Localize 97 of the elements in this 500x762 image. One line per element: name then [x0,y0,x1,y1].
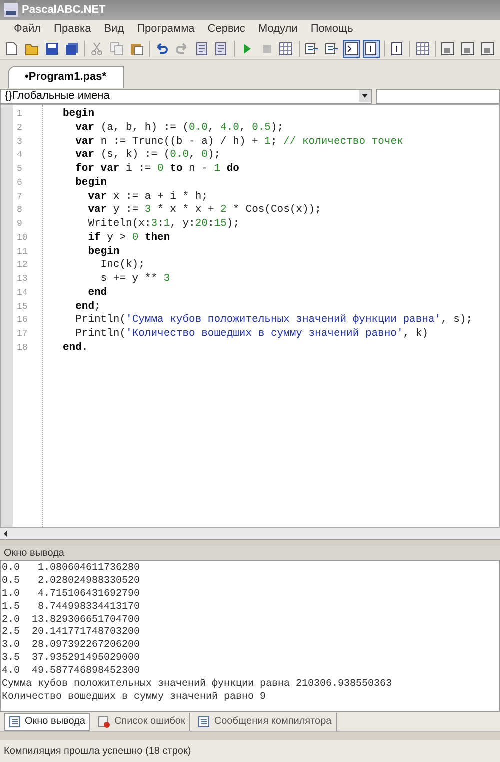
document-icon [194,42,209,56]
code-line: var x := a + i * h; [87,190,209,204]
line-number: 4 [17,149,24,162]
code-line: var y := 3 * x * x + 2 * Cos(Cos(x)); [87,204,322,218]
menu-item[interactable]: Сервис [208,20,246,38]
code-line: begin [74,176,108,190]
output-line: 3.5 37.935291495029000 [2,653,142,666]
line-number: 8 [17,204,24,218]
line-number: 11 [17,246,29,258]
toolbar-button[interactable] [440,40,457,58]
output-line: 0.5 2.028024988330520 [2,576,142,589]
output-line: 2.5 20.141771748703200 [2,627,142,640]
panel-tab[interactable]: Окно вывода [4,712,90,730]
line-number: 16 [17,314,29,328]
line-number: 10 [17,232,29,245]
page-icon [364,42,378,56]
undo-icon [155,42,170,56]
grid-icon [416,42,430,56]
code-line: s += y ** 3 [100,273,172,287]
code-line: Writeln(x:3:1, y:20:15); [87,218,241,232]
code-line: Inc(k); [100,259,146,273]
output-line: 0.0 1.080604611736280 [2,563,142,576]
output-line: 1.5 8.744998334413170 [2,602,142,615]
panel-title: Окно вывода [4,546,64,560]
toolbar-button[interactable] [278,40,295,58]
copy-icon [110,42,124,56]
line-number: 14 [17,286,29,300]
output-line: 3.0 28.097392267206200 [2,640,142,653]
console-icon [344,42,359,56]
list-icon [305,42,320,56]
code-line: Println('Сумма кубов положительных значений функции равна', s); [74,314,473,328]
menu-item[interactable]: Модули [258,20,298,38]
panel-tab[interactable]: Сообщения компилятора [194,712,337,730]
list-icon [324,42,339,56]
code-line: begin [87,246,121,259]
status-text: Компиляция прошла успешно (18 строк) [4,744,192,758]
window-icon [441,42,456,56]
output-line: Количество вошедших в сумму значений равно 9 [2,692,268,705]
scope-dropdown[interactable]: {}Глобальные имена [0,88,372,104]
toolbar-button[interactable] [460,40,476,58]
code-line: for var i := 0 to n - 1 do [74,163,240,177]
scissors-icon [90,42,104,56]
line-number: 9 [17,218,24,231]
toolbar-button[interactable] [388,40,406,58]
line-number: 7 [17,190,24,204]
code-line: Println('Количество вошедших в сумму значений равно', k) [74,328,430,342]
output-line: 2.0 13.829306651704700 [2,614,142,627]
code-line: begin [63,108,96,122]
panel-tab[interactable]: Список ошибок [94,712,190,730]
save-all-icon [64,42,79,56]
page-icon [390,42,404,56]
line-number: 3 [17,136,24,148]
code-line: var (s, k) := (0.0, 0); [74,149,222,163]
code-line: var n := Trunc((b - a) / h) + 1; // количество точек [74,136,404,149]
document-icon [198,716,210,728]
member-dropdown[interactable] [376,88,500,104]
code-line: end [87,286,108,300]
menu-item[interactable]: Вид [104,20,124,38]
line-number: 15 [17,300,29,314]
line-number: 13 [17,273,29,286]
window-icon [460,42,475,56]
menu-item[interactable]: Правка [54,20,92,38]
line-number: 2 [17,122,24,135]
output-line: 4.0 49.587746898452300 [2,666,142,678]
save-icon [44,42,59,56]
code-line: if y > 0 then [87,232,172,246]
line-number: 5 [17,163,24,176]
window-title: PascalABC.NET [22,2,106,18]
window-icon [480,42,495,56]
grid-icon [279,42,294,56]
toolbar-button[interactable] [414,40,431,58]
code-line: end. [63,342,90,356]
menu-item[interactable]: Программа [137,20,195,38]
code-line: end; [74,300,102,314]
menu-item[interactable]: Помощь [310,20,354,38]
document-icon [9,716,21,728]
error-list-icon [98,716,110,728]
toolbar-button[interactable] [343,40,360,58]
new-file-icon [5,42,20,56]
horizontal-scrollbar[interactable] [0,528,500,540]
app-logo-icon [4,3,18,17]
clipboard-icon [130,42,144,56]
redo-icon [174,42,189,56]
line-number: 1 [17,108,24,121]
document-icon [214,42,228,56]
output-line: 1.0 4.715106431692790 [2,588,142,602]
line-number: 12 [17,259,29,272]
folder-icon [25,42,40,56]
toolbar-button[interactable] [479,40,496,58]
line-number: 17 [17,328,29,341]
menu-item[interactable]: Файл [14,20,42,38]
line-number: 6 [17,176,24,190]
output-line: Сумма кубов положительных значений функции равна 210306.938550363 [2,679,394,692]
toolbar-button[interactable] [362,40,380,58]
code-line: var (a, b, h) := (0.0, 4.0, 0.5); [74,122,285,136]
file-tab[interactable]: •Program1.pas* [8,66,124,88]
line-number: 18 [17,342,29,355]
